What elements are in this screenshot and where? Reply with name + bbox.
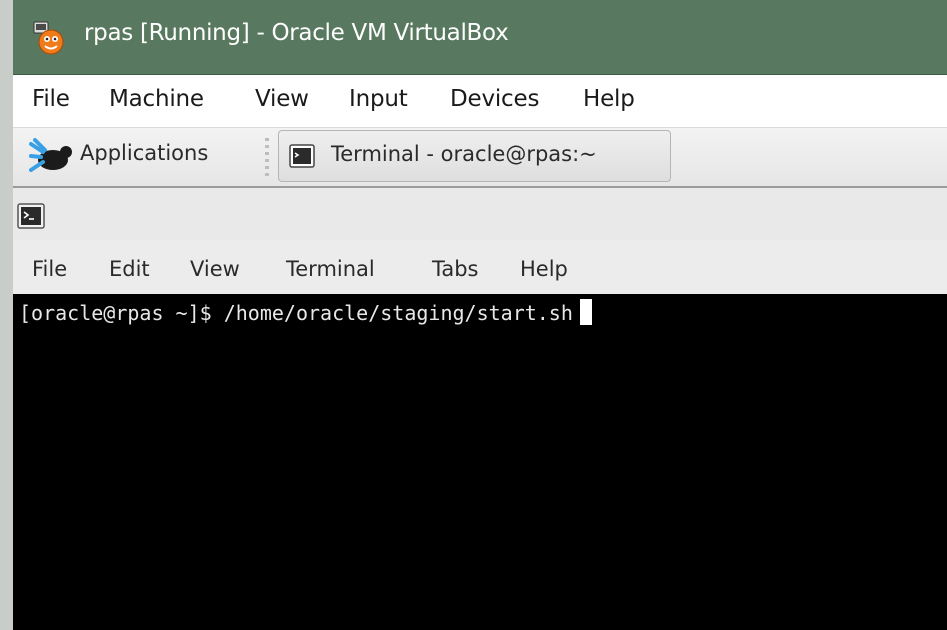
menu-file[interactable]: File	[32, 86, 70, 112]
menu-input[interactable]: Input	[349, 86, 408, 112]
menu-devices[interactable]: Devices	[450, 86, 539, 112]
window-title: rpas [Running] - Oracle VM VirtualBox	[84, 20, 509, 46]
taskbar-terminal-label: Terminal - oracle@rpas:~	[331, 142, 597, 166]
menu-view[interactable]: View	[255, 86, 309, 112]
menu-help[interactable]: Help	[583, 86, 635, 112]
terminal-menu-view[interactable]: View	[190, 257, 240, 281]
virtualbox-icon	[33, 21, 64, 55]
terminal-menu-terminal[interactable]: Terminal	[286, 257, 375, 281]
virtualbox-menubar: File Machine View Input Devices Help	[13, 75, 947, 128]
virtualbox-window: rpas [Running] - Oracle VM VirtualBox Fi…	[13, 0, 947, 630]
terminal-menu-edit[interactable]: Edit	[109, 257, 150, 281]
desktop-edge	[0, 0, 14, 630]
guest-top-panel: Applications Terminal - oracle@rpas:~	[13, 128, 947, 188]
terminal-menu-file[interactable]: File	[32, 257, 67, 281]
terminal-window: File Edit View Terminal Tabs Help [oracl…	[13, 188, 947, 630]
terminal-output[interactable]: [oracle@rpas ~]$ /home/oracle/staging/st…	[13, 294, 947, 630]
menu-machine[interactable]: Machine	[109, 86, 204, 112]
terminal-menu-help[interactable]: Help	[520, 257, 568, 281]
shell-prompt: [oracle@rpas ~]$	[19, 301, 224, 325]
terminal-titlebar[interactable]	[13, 188, 947, 240]
text-cursor	[579, 299, 592, 325]
terminal-menubar: File Edit View Terminal Tabs Help	[13, 240, 947, 294]
panel-separator	[265, 138, 269, 176]
terminal-app-icon[interactable]	[17, 202, 45, 230]
taskbar-terminal-button[interactable]: Terminal - oracle@rpas:~	[278, 130, 671, 182]
terminal-icon	[289, 144, 315, 168]
shell-command: /home/oracle/staging/start.sh	[223, 301, 573, 325]
terminal-menu-tabs[interactable]: Tabs	[432, 257, 479, 281]
applications-menu[interactable]: Applications	[80, 141, 208, 165]
window-titlebar[interactable]: rpas [Running] - Oracle VM VirtualBox	[13, 0, 947, 75]
terminal-command-line: [oracle@rpas ~]$ /home/oracle/staging/st…	[19, 299, 592, 325]
xfce-mouse-icon[interactable]	[29, 138, 75, 174]
